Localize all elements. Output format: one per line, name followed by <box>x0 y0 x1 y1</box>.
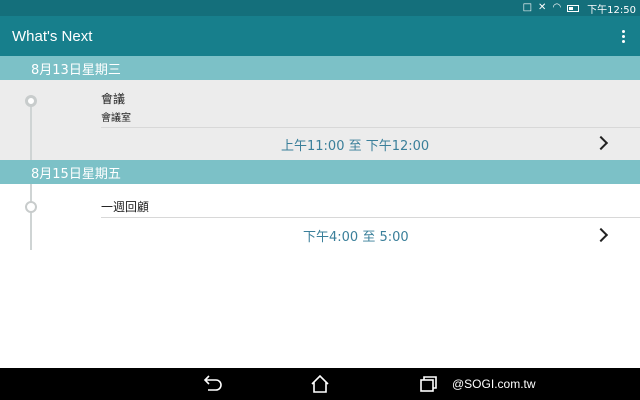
battery-icon <box>567 4 580 12</box>
event-divider <box>101 127 640 128</box>
timeline-line <box>30 184 32 250</box>
app-bar: What's Next <box>0 16 640 56</box>
mute-icon: ✕ <box>538 2 547 13</box>
chevron-right-icon[interactable] <box>593 227 609 243</box>
chevron-right-icon[interactable] <box>593 135 609 151</box>
event-item[interactable]: 會議 會議室 上午11:00 至 下午12:00 <box>0 80 640 160</box>
timeline-line <box>30 101 32 160</box>
recents-icon[interactable] <box>418 374 440 394</box>
timeline-dot <box>25 201 37 213</box>
timeline-dot <box>25 95 37 107</box>
date-header: 8月13日星期三 <box>0 56 640 80</box>
event-title: 一週回顧 <box>101 200 150 214</box>
date-header-label: 8月13日星期三 <box>31 62 121 78</box>
event-divider <box>101 217 640 218</box>
event-item[interactable]: 一週回顧 下午4:00 至 5:00 <box>0 184 640 252</box>
status-bar: □ ✕ ◠ 下午12:50 <box>0 0 640 16</box>
date-header-label: 8月15日星期五 <box>31 166 121 182</box>
bluetooth-icon: □ <box>522 2 533 13</box>
agenda-list: 8月13日星期三 會議 會議室 上午11:00 至 下午12:00 8月15日星… <box>0 56 640 368</box>
wifi-icon: ◠ <box>552 2 562 13</box>
status-time: 下午12:50 <box>587 4 636 16</box>
home-icon[interactable] <box>309 374 331 394</box>
navigation-bar: @SOGI.com.tw <box>0 368 640 400</box>
back-icon[interactable] <box>200 374 222 394</box>
watermark: @SOGI.com.tw <box>452 377 536 391</box>
app-title: What's Next <box>12 27 93 45</box>
event-location: 會議室 <box>101 113 131 124</box>
overflow-menu-icon[interactable] <box>620 29 626 43</box>
event-time: 下午4:00 至 5:00 <box>303 230 409 245</box>
event-title: 會議 <box>101 92 126 106</box>
event-time: 上午11:00 至 下午12:00 <box>281 139 430 154</box>
date-header: 8月15日星期五 <box>0 160 640 184</box>
